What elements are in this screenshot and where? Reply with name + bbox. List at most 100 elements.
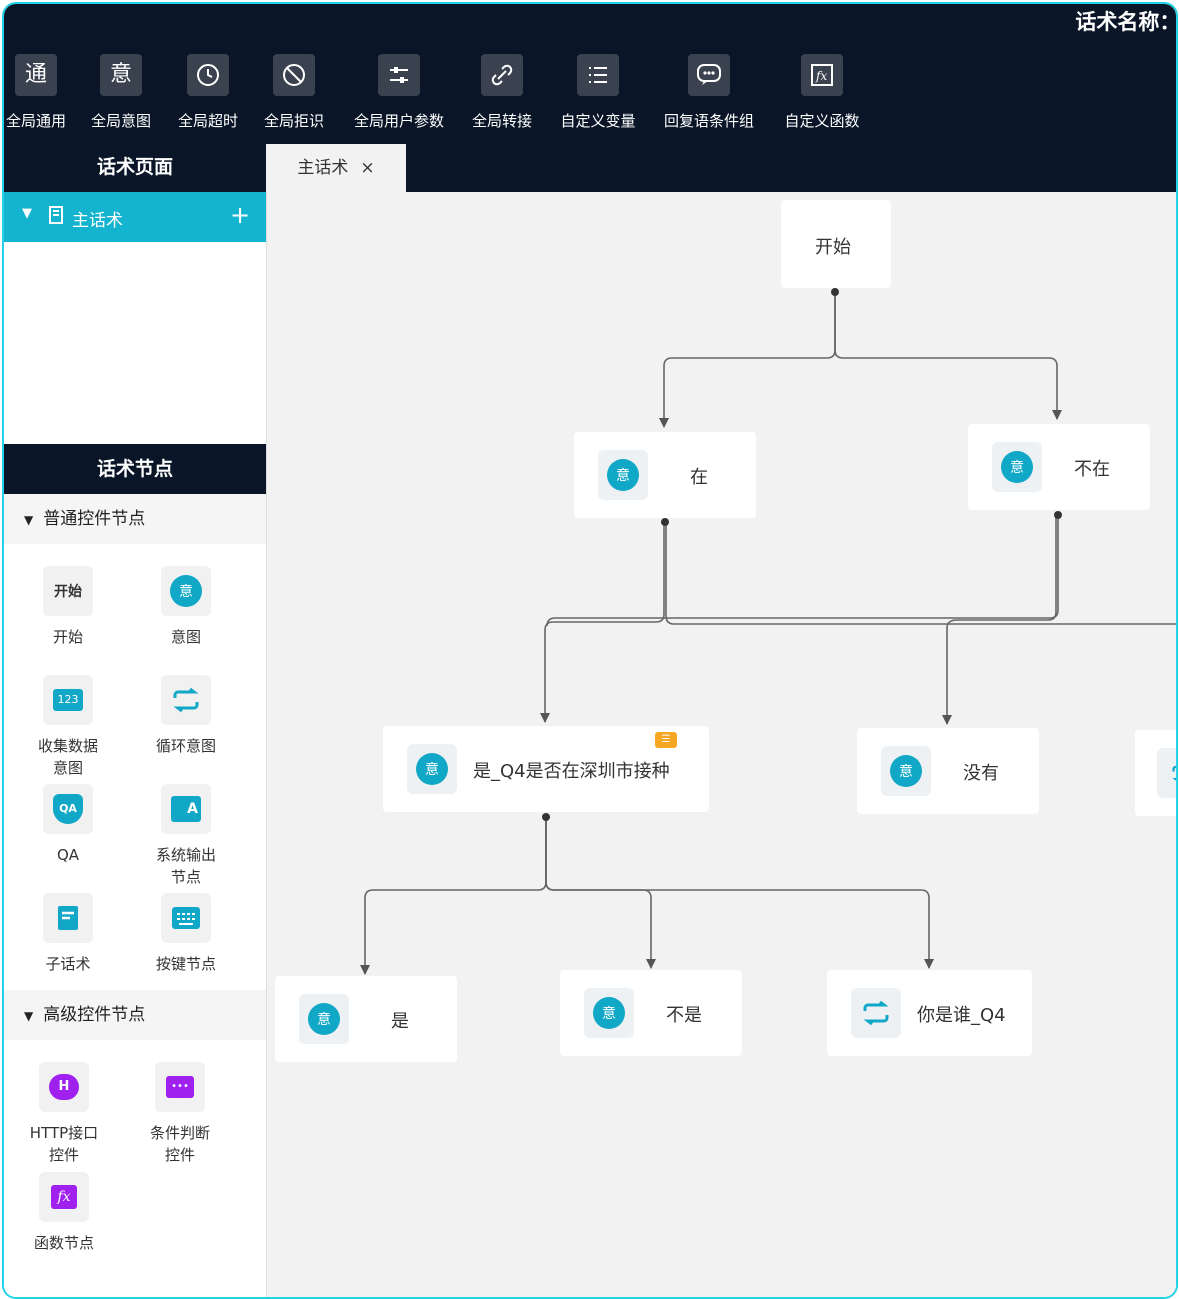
- intent-icon: 意: [407, 744, 457, 794]
- intent-icon: 意: [881, 746, 931, 796]
- flow-node-loop-intent[interactable]: 你是谁_Q4: [827, 970, 1032, 1056]
- flow-canvas[interactable]: 开始 意 在 意 不在 意 是_Q4是否在深圳市接种 ☰ 意 没有 意 是 意 …: [267, 192, 1176, 1297]
- keypad-icon: [161, 893, 211, 943]
- palette-start[interactable]: 开始 开始: [18, 566, 118, 648]
- translate-icon-text: A: [171, 796, 201, 822]
- toolbar-label: 全局通用: [5, 112, 66, 130]
- link-icon: [481, 54, 523, 96]
- palette-keypad[interactable]: 按键节点: [136, 893, 236, 975]
- add-icon[interactable]: +: [230, 201, 250, 229]
- node-label: 在: [690, 467, 708, 488]
- flow-node-intent[interactable]: 意 不是: [560, 970, 742, 1056]
- document-icon: [48, 206, 64, 229]
- flow-node-intent[interactable]: 意 没有: [857, 728, 1039, 814]
- condition-icon-text: •••: [166, 1076, 194, 1098]
- cloud-icon-text: H: [49, 1074, 79, 1100]
- node-label: 是: [391, 1011, 409, 1032]
- flow-node-intent[interactable]: 意 是: [275, 976, 457, 1062]
- caret-down-icon[interactable]: ▼: [22, 206, 32, 221]
- intent-icon: 意: [100, 54, 142, 96]
- toolbar-custom-variable-button[interactable]: 自定义变量: [554, 54, 642, 131]
- sliders-icon: [378, 54, 420, 96]
- top-toolbar: 话术名称：4月 通 全局通用 意 全局意图 全局超时 全局拒识 全局用户参数: [4, 4, 1176, 142]
- palette-label: 条件判断控件: [149, 1124, 210, 1164]
- function-icon: fx: [39, 1172, 89, 1222]
- palette-sub-script[interactable]: 子话术: [18, 893, 118, 975]
- intent-icon: 意: [598, 450, 648, 500]
- section-advanced-nodes[interactable]: ▼ 高级控件节点: [4, 990, 266, 1040]
- palette-label: HTTP接口控件: [29, 1124, 99, 1164]
- palette-label: 子话术: [45, 955, 91, 973]
- left-panel: ▼ 主话术 + 话术节点 ▼ 普通控件节点 开始 开始 意 意图 123 收集数据…: [4, 192, 267, 1297]
- start-icon: 开始: [43, 566, 93, 616]
- palette-label: 函数节点: [33, 1234, 94, 1252]
- tree-item-label: 主话术: [72, 211, 123, 231]
- chat-icon: [688, 54, 730, 96]
- number-icon-text: 123: [53, 689, 83, 711]
- toolbar-global-general-button[interactable]: 通 全局通用: [4, 54, 68, 131]
- toolbar-global-user-params-button[interactable]: 全局用户参数: [346, 54, 452, 131]
- close-icon[interactable]: ×: [360, 158, 374, 178]
- qa-icon: QA: [43, 784, 93, 834]
- cloud-icon: H: [39, 1062, 89, 1112]
- label-badge-icon: ☰: [655, 732, 677, 748]
- palette-collect-data-intent[interactable]: 123 收集数据意图: [18, 675, 118, 779]
- tree-item-main-script[interactable]: ▼ 主话术 +: [4, 192, 266, 242]
- clock-icon: [187, 54, 229, 96]
- tab-label: 主话术: [297, 158, 349, 178]
- start-icon-text: 开始: [54, 584, 82, 600]
- section-label: 高级控件节点: [43, 1005, 146, 1025]
- toolbar-custom-function-button[interactable]: fx 自定义函数: [778, 54, 866, 131]
- caret-down-icon: ▼: [24, 513, 34, 527]
- number-icon: 123: [43, 675, 93, 725]
- toolbar-global-intent-button[interactable]: 意 全局意图: [86, 54, 156, 131]
- toolbar-label: 自定义变量: [560, 112, 636, 130]
- flow-node-intent[interactable]: 意 不在: [968, 424, 1150, 510]
- node-label: 你是谁_Q4: [917, 1005, 1006, 1026]
- flow-node-loop-partial[interactable]: [1135, 730, 1176, 816]
- pages-panel-title: 话术页面: [96, 156, 173, 178]
- palette-label: 收集数据意图: [37, 737, 98, 777]
- palette-loop-intent[interactable]: 循环意图: [136, 675, 236, 757]
- condition-icon: •••: [155, 1062, 205, 1112]
- palette-label: 循环意图: [155, 737, 216, 755]
- flow-node-intent[interactable]: 意 在: [574, 432, 756, 518]
- toolbar-global-transfer-button[interactable]: 全局转接: [466, 54, 538, 131]
- flow-node-intent[interactable]: 意 是_Q4是否在深圳市接种 ☰: [383, 726, 709, 812]
- ban-icon: [273, 54, 315, 96]
- flow-node-start[interactable]: 开始: [781, 200, 891, 288]
- palette-label: 按键节点: [155, 955, 216, 973]
- section-label: 普通控件节点: [43, 509, 146, 529]
- intent-icon: 意: [584, 988, 634, 1038]
- node-label: 是_Q4是否在深圳市接种: [473, 761, 670, 782]
- palette-intent[interactable]: 意 意图: [136, 566, 236, 648]
- toolbar-reply-condition-group-button[interactable]: 回复语条件组: [656, 54, 762, 131]
- intent-icon-text: 意: [1001, 451, 1033, 483]
- svg-text:fx: fx: [815, 69, 827, 83]
- caret-down-icon: ▼: [24, 1009, 34, 1023]
- intent-icon-text: 意: [308, 1003, 340, 1035]
- palette-label: QA: [56, 846, 80, 864]
- sub-script-icon: [43, 893, 93, 943]
- palette-qa[interactable]: QA QA: [18, 784, 118, 866]
- intent-icon-text: 意: [607, 459, 639, 491]
- toolbar-global-reject-button[interactable]: 全局拒识: [258, 54, 330, 131]
- intent-icon-text: 意: [170, 575, 202, 607]
- palette-label: 开始: [52, 628, 83, 646]
- qa-icon-text: QA: [53, 794, 83, 824]
- app-window: 话术名称：4月 通 全局通用 意 全局意图 全局超时 全局拒识 全局用户参数: [2, 2, 1178, 1299]
- loop-icon: [161, 675, 211, 725]
- intent-icon: 意: [299, 994, 349, 1044]
- general-icon: 通: [15, 54, 57, 96]
- palette-condition[interactable]: ••• 条件判断控件: [130, 1062, 230, 1166]
- palette-function[interactable]: fx 函数节点: [14, 1172, 114, 1254]
- translate-icon: A: [161, 784, 211, 834]
- section-basic-nodes[interactable]: ▼ 普通控件节点: [4, 494, 266, 544]
- toolbar-global-timeout-button[interactable]: 全局超时: [172, 54, 244, 131]
- palette-system-output[interactable]: A 系统输出节点: [136, 784, 236, 888]
- toolbar-label: 自定义函数: [784, 112, 860, 130]
- tab-main-script[interactable]: 主话术 ×: [266, 144, 406, 192]
- tab-bar: 话术页面 主话术 ×: [4, 142, 1176, 192]
- palette-http-interface[interactable]: H HTTP接口控件: [14, 1062, 114, 1166]
- node-label: 不在: [1074, 459, 1110, 480]
